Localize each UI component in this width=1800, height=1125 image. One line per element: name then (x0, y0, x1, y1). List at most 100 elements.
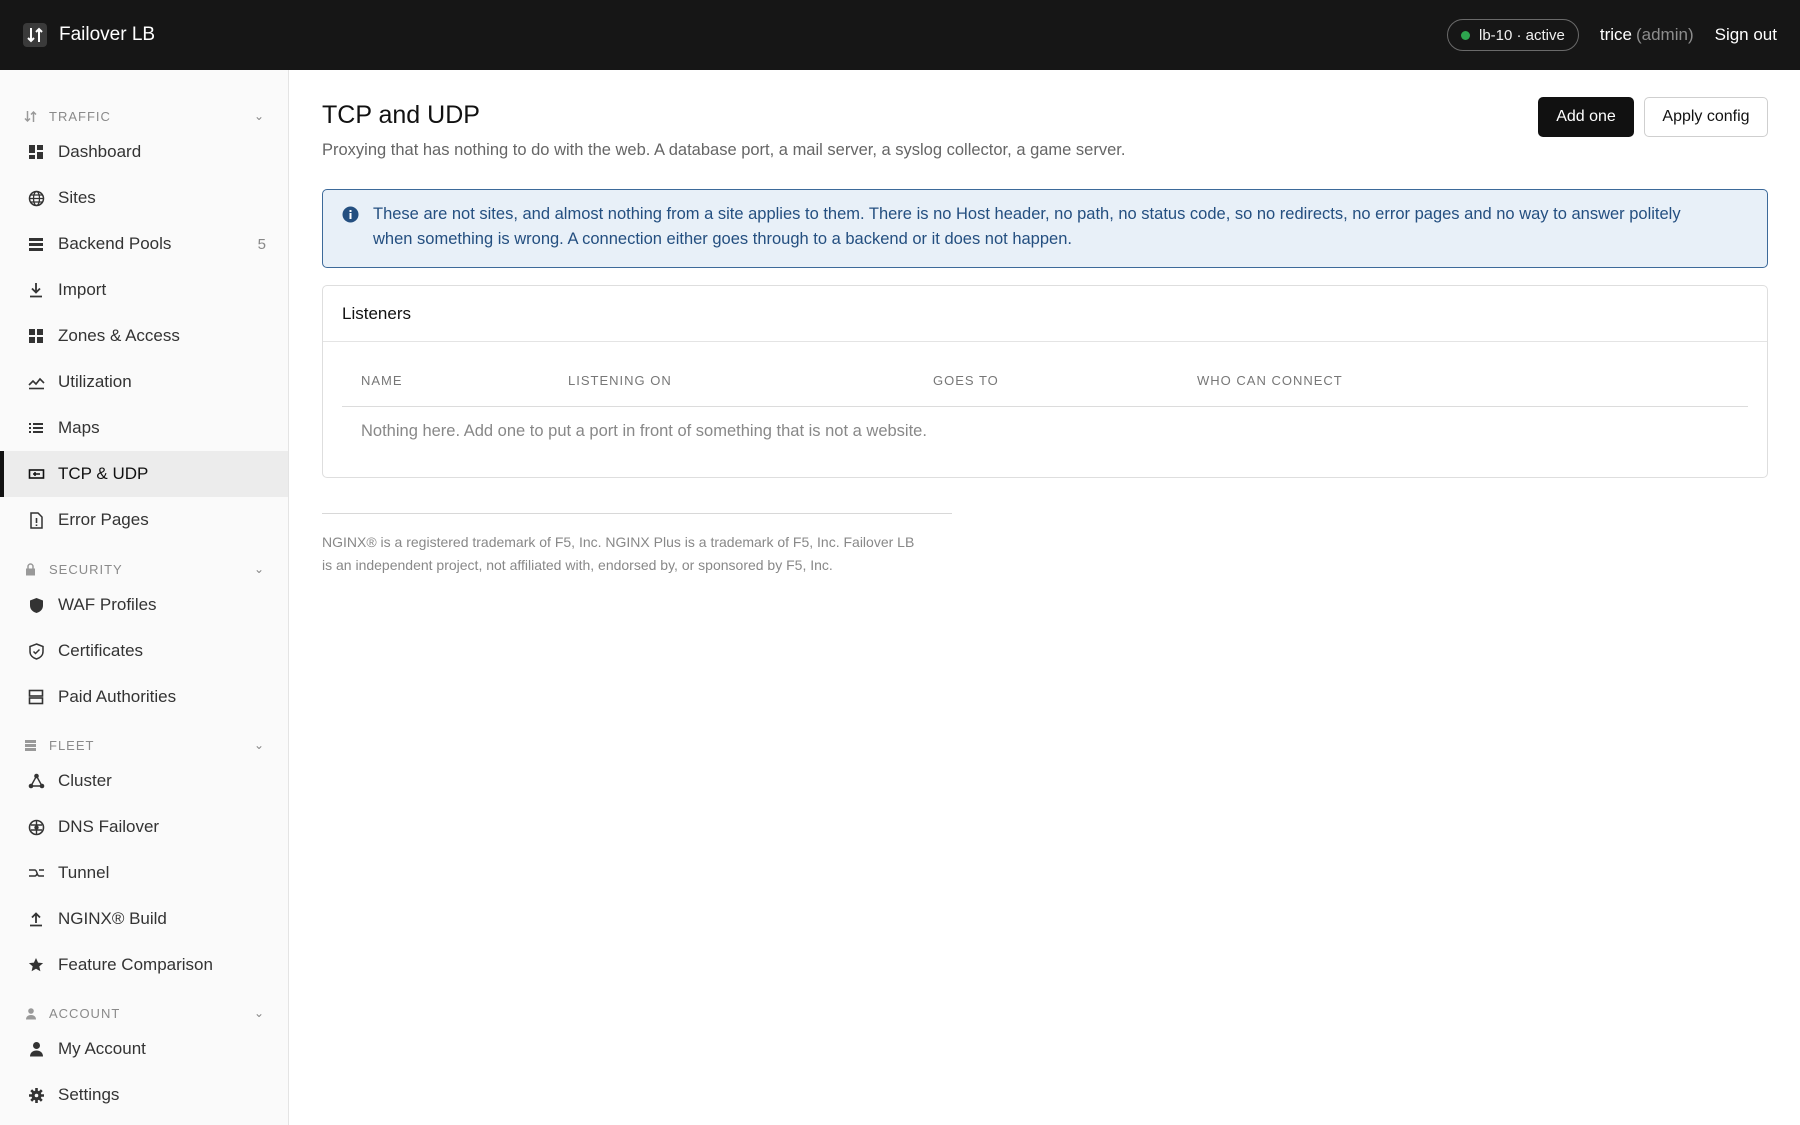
sidebar-item-nginx-build[interactable]: NGINX® Build (0, 896, 288, 942)
section-fleet[interactable]: FLEET ⌄ (24, 734, 265, 756)
status-dot-icon (1460, 30, 1470, 40)
chevron-down-icon[interactable]: ⌄ (254, 562, 265, 576)
section-security[interactable]: SECURITY ⌄ (24, 558, 265, 580)
sidebar-item-settings[interactable]: Settings (0, 1072, 288, 1118)
user-name: trice (1599, 25, 1632, 44)
chevron-down-icon[interactable]: ⌄ (254, 109, 265, 123)
info-callout: These are not sites, and almost nothing … (322, 189, 1768, 268)
sidebar-item-maps[interactable]: Maps (0, 405, 288, 451)
sidebar-item-dashboard[interactable]: Dashboard (0, 129, 288, 175)
sidebar-item-label: WAF Profiles (58, 595, 157, 614)
tunnel-icon (27, 864, 45, 882)
footer-divider (322, 513, 952, 514)
sidebar-item-backend-pools[interactable]: Backend Pools 5 (0, 221, 288, 267)
star-icon (27, 956, 45, 974)
apply-config-button[interactable]: Apply config (1644, 97, 1768, 137)
sidebar-item-label: Zones & Access (58, 326, 180, 345)
sidebar-item-sites[interactable]: Sites (0, 175, 288, 221)
sidebar-item-label: Cluster (58, 771, 112, 790)
sidebar-item-label: Maps (58, 418, 100, 437)
current-user: trice (admin) (1600, 25, 1694, 45)
section-label: SECURITY (49, 561, 123, 577)
sidebar-item-my-account[interactable]: My Account (0, 1026, 288, 1072)
footer-line2: is an independent project, not affiliate… (322, 557, 833, 573)
section-label: FLEET (49, 737, 95, 753)
column-header-listening-on[interactable]: LISTENING ON (568, 373, 672, 388)
listeners-table: NAME LISTENING ON GOES TO WHO CAN CONNEC… (342, 342, 1748, 441)
sidebar-item-label: NGINX® Build (58, 909, 167, 928)
sidebar-item-cluster[interactable]: Cluster (0, 758, 288, 804)
sidebar-item-feature-comparison[interactable]: Feature Comparison (0, 942, 288, 988)
file-alert-icon (27, 511, 45, 529)
column-header-name[interactable]: NAME (361, 373, 403, 388)
sidebar-item-tcp-udp[interactable]: TCP & UDP (0, 451, 288, 497)
sidebar-item-zones-access[interactable]: Zones & Access (0, 313, 288, 359)
panel-title: Listeners (323, 286, 1767, 342)
footer-trademark: NGINX® is a registered trademark of F5, … (322, 531, 952, 577)
sidebar-item-label: Feature Comparison (58, 955, 213, 974)
column-header-who-can-connect[interactable]: WHO CAN CONNECT (1197, 373, 1343, 388)
sidebar-item-label: Import (58, 280, 107, 299)
brand[interactable]: Failover LB (23, 23, 155, 47)
node-status-text: lb-10 · active (1478, 26, 1565, 44)
sidebar-item-error-pages[interactable]: Error Pages (0, 497, 288, 543)
lock-icon (24, 562, 37, 576)
shield-check-icon (27, 642, 45, 660)
dashboard-icon (27, 143, 45, 161)
plug-icon (27, 465, 45, 483)
sidebar-item-paid-authorities[interactable]: Paid Authorities (0, 674, 288, 720)
person-icon (24, 1007, 37, 1020)
sidebar-item-label: DNS Failover (58, 817, 160, 836)
listeners-panel: Listeners NAME LISTENING ON GOES TO WHO … (322, 285, 1768, 478)
sidebar-item-utilization[interactable]: Utilization (0, 359, 288, 405)
sidebar-item-certificates[interactable]: Certificates (0, 628, 288, 674)
top-bar: Failover LB lb-10 · active trice (admin) … (0, 0, 1800, 70)
user-role: (admin) (1635, 25, 1694, 44)
sidebar-item-label: Paid Authorities (58, 687, 177, 706)
shield-icon (27, 596, 45, 614)
sidebar-item-label: Dashboard (58, 142, 142, 161)
user-icon (27, 1040, 45, 1058)
sidebar-item-label: TCP & UDP (58, 464, 149, 483)
server-icon (24, 739, 37, 752)
sidebar-item-label: Certificates (58, 641, 144, 660)
footer-line1: NGINX® is a registered trademark of F5, … (322, 534, 915, 550)
section-traffic[interactable]: TRAFFIC ⌄ (24, 105, 265, 127)
sidebar-item-label: Sites (58, 188, 96, 207)
stack-icon (27, 235, 45, 253)
table-header: NAME LISTENING ON GOES TO WHO CAN CONNEC… (342, 342, 1748, 407)
app-name: Failover LB (59, 24, 156, 45)
node-status-badge[interactable]: lb-10 · active (1446, 19, 1579, 51)
sidebar: TRAFFIC ⌄ Dashboard Sites Backend Pools … (0, 70, 289, 1125)
sidebar-item-import[interactable]: Import (0, 267, 288, 313)
sidebar-item-label: Utilization (58, 372, 132, 391)
upload-icon (27, 910, 45, 928)
sidebar-item-waf-profiles[interactable]: WAF Profiles (0, 582, 288, 628)
sign-out-link[interactable]: Sign out (1715, 25, 1777, 45)
section-account[interactable]: ACCOUNT ⌄ (24, 1002, 265, 1024)
sidebar-item-dns-failover[interactable]: DNS Failover (0, 804, 288, 850)
sidebar-item-label: Settings (58, 1085, 120, 1104)
info-text-line2: when something is wrong. A connection ei… (373, 230, 1072, 248)
page-subtitle: Proxying that has nothing to do with the… (322, 141, 1126, 159)
globe-network-icon (27, 818, 45, 836)
empty-state-text: Nothing here. Add one to put a port in f… (361, 422, 927, 440)
database-icon (27, 688, 45, 706)
cluster-icon (27, 772, 45, 790)
sidebar-item-label: Tunnel (58, 863, 110, 882)
sidebar-item-label: My Account (58, 1039, 146, 1058)
count-badge: 5 (257, 235, 266, 253)
sidebar-item-tunnel[interactable]: Tunnel (0, 850, 288, 896)
chevron-down-icon[interactable]: ⌄ (254, 738, 265, 752)
info-icon (342, 206, 359, 231)
arrows-updown-icon (23, 23, 47, 47)
info-text-line1: These are not sites, and almost nothing … (373, 205, 1681, 223)
arrows-updown-icon (24, 110, 37, 123)
page-title: TCP and UDP (322, 101, 480, 129)
column-header-goes-to[interactable]: GOES TO (933, 373, 999, 388)
section-label: TRAFFIC (49, 108, 111, 124)
list-icon (27, 419, 45, 437)
add-one-button[interactable]: Add one (1538, 97, 1634, 137)
chevron-down-icon[interactable]: ⌄ (254, 1006, 265, 1020)
chart-line-icon (27, 373, 45, 391)
